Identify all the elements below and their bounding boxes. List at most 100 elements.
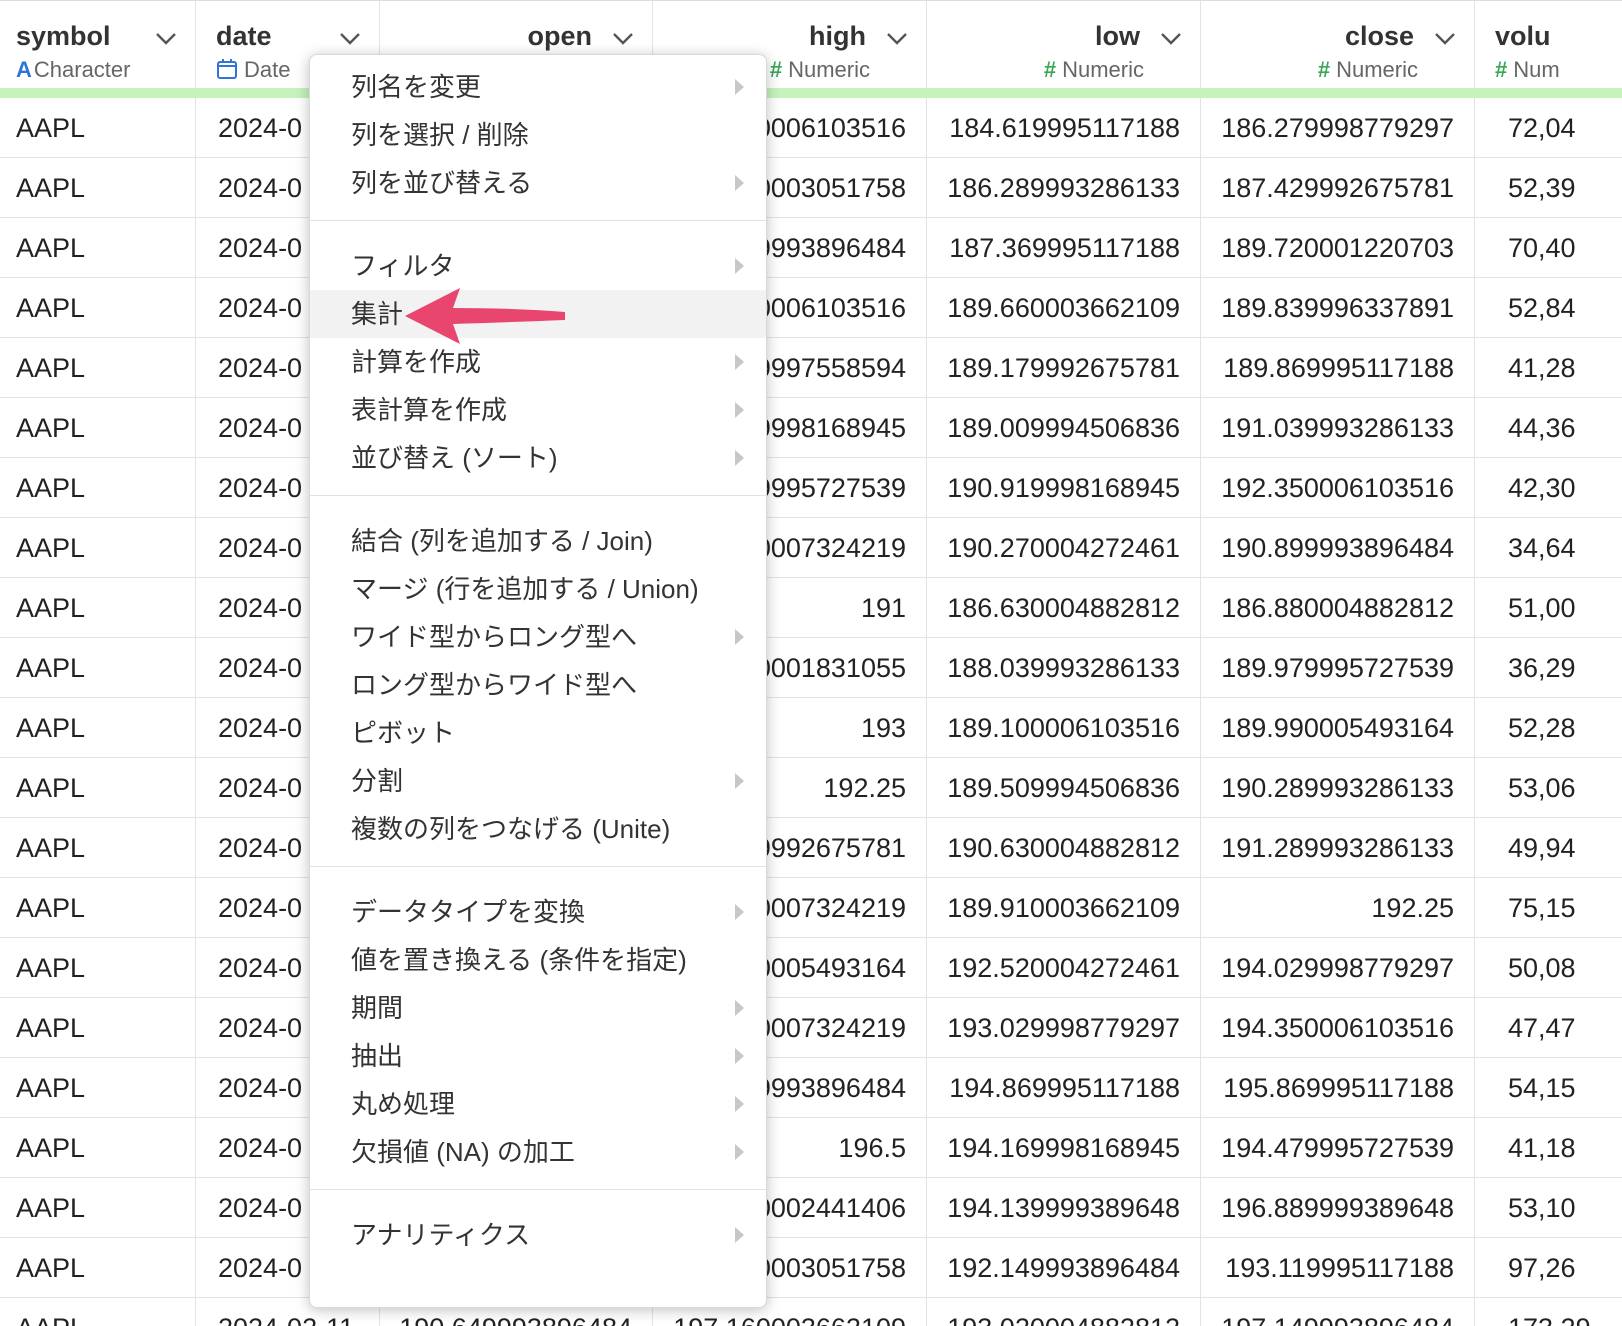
menu-item[interactable]: ロング型からワイド型へ: [310, 661, 766, 709]
cell-volume[interactable]: 51,00: [1475, 578, 1622, 638]
cell-symbol[interactable]: AAPL: [0, 698, 196, 758]
cell-volume[interactable]: 47,47: [1475, 998, 1622, 1058]
cell-low[interactable]: 192.149993896484: [927, 1238, 1201, 1298]
cell-symbol[interactable]: AAPL: [0, 638, 196, 698]
menu-item[interactable]: ワイド型からロング型へ: [310, 613, 766, 661]
cell-volume[interactable]: 50,08: [1475, 938, 1622, 998]
cell-symbol[interactable]: AAPL: [0, 938, 196, 998]
cell-close[interactable]: 189.979995727539: [1201, 638, 1475, 698]
cell-symbol[interactable]: AAPL: [0, 338, 196, 398]
menu-item[interactable]: 列を並び替える: [310, 159, 766, 207]
menu-item[interactable]: 抽出: [310, 1032, 766, 1080]
menu-item[interactable]: 表計算を作成: [310, 386, 766, 434]
cell-symbol[interactable]: AAPL: [0, 218, 196, 278]
cell-symbol[interactable]: AAPL: [0, 98, 196, 158]
column-header-symbol[interactable]: symbol ACharacter: [0, 1, 196, 89]
cell-close[interactable]: 189.839996337891: [1201, 278, 1475, 338]
cell-low[interactable]: 189.660003662109: [927, 278, 1201, 338]
cell-close[interactable]: 192.350006103516: [1201, 458, 1475, 518]
cell-close[interactable]: 197.149993896484: [1201, 1298, 1475, 1326]
cell-volume[interactable]: 70,40: [1475, 218, 1622, 278]
cell-low[interactable]: 194.139999389648: [927, 1178, 1201, 1238]
cell-symbol[interactable]: AAPL: [0, 578, 196, 638]
cell-close[interactable]: 194.029998779297: [1201, 938, 1475, 998]
cell-close[interactable]: 187.429992675781: [1201, 158, 1475, 218]
menu-item[interactable]: 丸め処理: [310, 1080, 766, 1128]
table-row[interactable]: AAPL 2024-0 09997558594 189.179992675781 189…: [0, 338, 1622, 398]
cell-close[interactable]: 196.889999389648: [1201, 1178, 1475, 1238]
table-row[interactable]: AAPL 2024-0 00006103516 184.619995117188 186…: [0, 98, 1622, 158]
table-row[interactable]: AAPL 2024-0 99993896484 194.869995117188 195…: [0, 1058, 1622, 1118]
cell-symbol[interactable]: AAPL: [0, 1118, 196, 1178]
cell-volume[interactable]: 49,94: [1475, 818, 1622, 878]
table-row[interactable]: AAPL 2024-0 00003051758 186.289993286133 187…: [0, 158, 1622, 218]
chevron-down-icon[interactable]: [1158, 25, 1184, 51]
cell-close[interactable]: 193.119995117188: [1201, 1238, 1475, 1298]
table-row[interactable]: AAPL 2024-0 19998168945 189.009994506836 191…: [0, 398, 1622, 458]
cell-close[interactable]: 191.289993286133: [1201, 818, 1475, 878]
chevron-down-icon[interactable]: [884, 25, 910, 51]
cell-low[interactable]: 189.509994506836: [927, 758, 1201, 818]
cell-symbol[interactable]: AAPL: [0, 998, 196, 1058]
chevron-down-icon[interactable]: [153, 25, 179, 51]
column-header-volu[interactable]: volu # Num: [1475, 1, 1622, 89]
table-row[interactable]: AAPL 2024-0 20007324219 190.270004272461 190…: [0, 518, 1622, 578]
cell-volume[interactable]: 53,10: [1475, 1178, 1622, 1238]
cell-volume[interactable]: 52,39: [1475, 158, 1622, 218]
chevron-down-icon[interactable]: [1432, 25, 1458, 51]
cell-low[interactable]: 193.029998779297: [927, 998, 1201, 1058]
menu-item[interactable]: 列名を変更: [310, 63, 766, 111]
cell-low[interactable]: 190.270004272461: [927, 518, 1201, 578]
cell-low[interactable]: 189.910003662109: [927, 878, 1201, 938]
cell-symbol[interactable]: AAPL: [0, 1238, 196, 1298]
cell-volume[interactable]: 53,06: [1475, 758, 1622, 818]
menu-item[interactable]: フィルタ: [310, 242, 766, 290]
menu-item[interactable]: 並び替え (ソート): [310, 434, 766, 482]
menu-item[interactable]: 分割: [310, 757, 766, 805]
table-row[interactable]: AAPL 2024-0 29995727539 190.919998168945 192…: [0, 458, 1622, 518]
cell-symbol[interactable]: AAPL: [0, 818, 196, 878]
cell-low[interactable]: 192.520004272461: [927, 938, 1201, 998]
table-row[interactable]: AAPL 2024-0 40002441406 194.139999389648 196…: [0, 1178, 1622, 1238]
cell-symbol[interactable]: AAPL: [0, 758, 196, 818]
menu-item[interactable]: 列を選択 / 削除: [310, 111, 766, 159]
cell-low[interactable]: 190.630004882812: [927, 818, 1201, 878]
column-header-close[interactable]: close # Numeric: [1201, 1, 1475, 89]
cell-volume[interactable]: 75,15: [1475, 878, 1622, 938]
cell-close[interactable]: 189.720001220703: [1201, 218, 1475, 278]
cell-low[interactable]: 190.919998168945: [927, 458, 1201, 518]
cell-volume[interactable]: 54,15: [1475, 1058, 1622, 1118]
cell-symbol[interactable]: AAPL: [0, 1058, 196, 1118]
table-row[interactable]: AAPL 2024-0 00006103516 189.660003662109 189…: [0, 278, 1622, 338]
cell-volume[interactable]: 41,28: [1475, 338, 1622, 398]
table-row[interactable]: AAPL 2024-0 00003051758 192.149993896484 193…: [0, 1238, 1622, 1298]
table-row[interactable]: AAPL 2024-0 80001831055 188.039993286133 189…: [0, 638, 1622, 698]
menu-item[interactable]: 複数の列をつなげる (Unite): [310, 805, 766, 853]
cell-symbol[interactable]: AAPL: [0, 458, 196, 518]
table-row[interactable]: AAPL 2024-0 20007324219 193.029998779297 194…: [0, 998, 1622, 1058]
cell-low[interactable]: 187.369995117188: [927, 218, 1201, 278]
menu-item[interactable]: 値を置き換える (条件を指定): [310, 936, 766, 984]
cell-low[interactable]: 189.179992675781: [927, 338, 1201, 398]
cell-close[interactable]: 190.289993286133: [1201, 758, 1475, 818]
cell-low[interactable]: 186.630004882812: [927, 578, 1201, 638]
cell-close[interactable]: 189.869995117188: [1201, 338, 1475, 398]
cell-volume[interactable]: 41,18: [1475, 1118, 1622, 1178]
menu-item[interactable]: 欠損値 (NA) の加工: [310, 1128, 766, 1176]
cell-symbol[interactable]: AAPL: [0, 1298, 196, 1326]
table-row[interactable]: AAPL 2024-0 193 189.100006103516 189.9900054…: [0, 698, 1622, 758]
cell-close[interactable]: 194.479995727539: [1201, 1118, 1475, 1178]
cell-close[interactable]: 194.350006103516: [1201, 998, 1475, 1058]
cell-low[interactable]: 194.869995117188: [927, 1058, 1201, 1118]
cell-volume[interactable]: 42,30: [1475, 458, 1622, 518]
cell-close[interactable]: 186.279998779297: [1201, 98, 1475, 158]
cell-low[interactable]: 186.289993286133: [927, 158, 1201, 218]
menu-item[interactable]: マージ (行を追加する / Union): [310, 565, 766, 613]
cell-low[interactable]: 188.039993286133: [927, 638, 1201, 698]
cell-close[interactable]: 189.990005493164: [1201, 698, 1475, 758]
cell-symbol[interactable]: AAPL: [0, 398, 196, 458]
cell-volume[interactable]: 36,29: [1475, 638, 1622, 698]
cell-low[interactable]: 184.619995117188: [927, 98, 1201, 158]
column-header-low[interactable]: low # Numeric: [927, 1, 1201, 89]
cell-low[interactable]: 189.009994506836: [927, 398, 1201, 458]
